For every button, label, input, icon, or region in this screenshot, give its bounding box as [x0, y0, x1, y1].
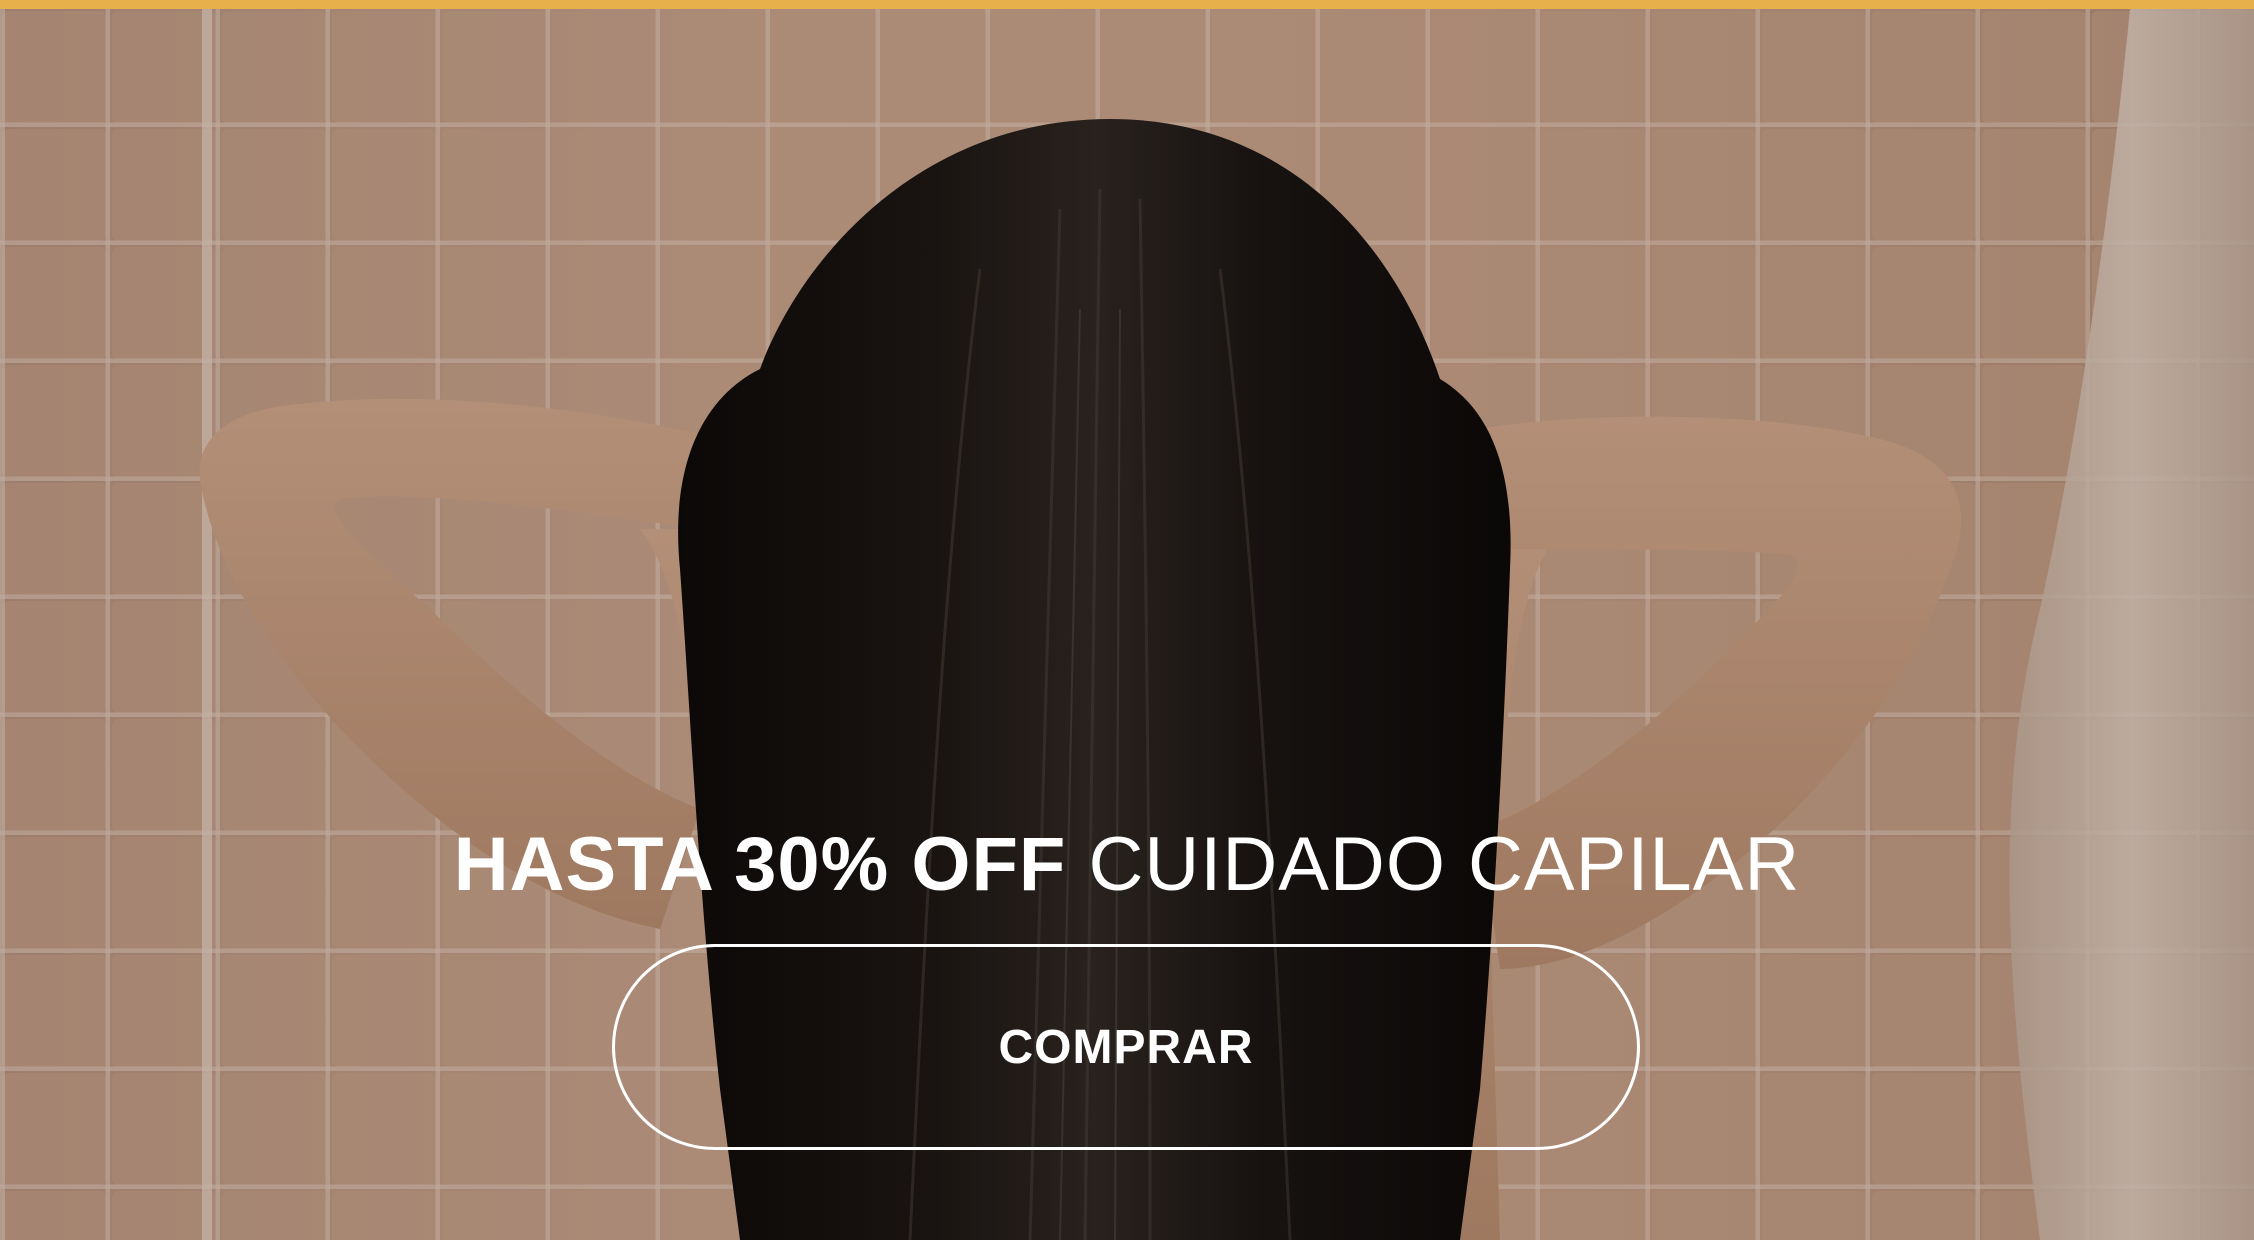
accent-bar	[0, 0, 2254, 9]
promo-banner[interactable]: HASTA 30% OFF CUIDADO CAPILAR COMPRAR	[0, 0, 2254, 1240]
promo-headline: HASTA 30% OFF CUIDADO CAPILAR	[0, 820, 2254, 910]
headline-category: CUIDADO CAPILAR	[1088, 822, 1801, 907]
comprar-button[interactable]: COMPRAR	[612, 944, 1640, 1150]
headline-discount: HASTA 30% OFF	[453, 822, 1067, 907]
